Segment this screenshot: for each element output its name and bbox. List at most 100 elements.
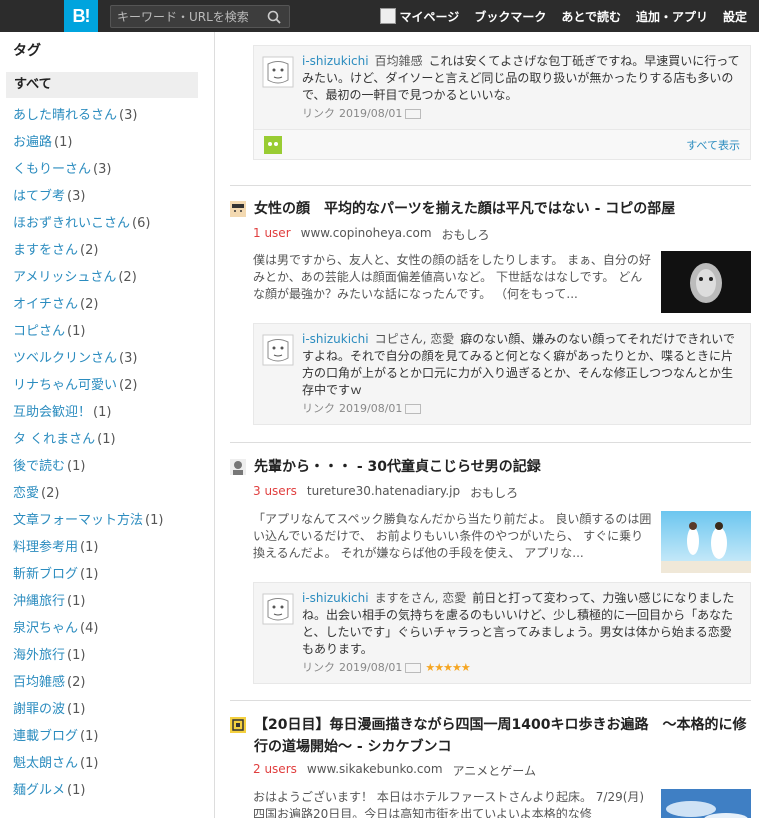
sidebar-tag-item[interactable]: 麺グルメ (1) (13, 777, 208, 804)
tag-name: 後で読む (13, 459, 66, 474)
tag-name: 互助会歓迎！ (13, 405, 92, 420)
site-favicon-icon (230, 459, 246, 475)
entry-users-count[interactable]: 3 users (253, 484, 297, 501)
sidebar-tag-item[interactable]: 沖縄旅行 (1) (13, 588, 208, 615)
comment-permalink[interactable]: リンク (302, 105, 335, 122)
sidebar-tag-item[interactable]: 泉沢ちゃん (4) (13, 615, 208, 642)
add-star-icon[interactable] (405, 403, 422, 414)
tag-count: (3) (93, 162, 112, 177)
nav-add-apps[interactable]: 追加・アプリ (636, 8, 708, 25)
sidebar-tag-item[interactable]: タ くれまさん (1) (13, 426, 208, 453)
comment-meta: リンク 2019/08/01 (302, 105, 742, 122)
entry-thumbnail[interactable] (661, 251, 751, 313)
tag-name: ほおずきれいこさん (13, 216, 131, 231)
sidebar-tag-item[interactable]: ほおずきれいこさん (6) (13, 210, 208, 237)
comment-box: i-shizukichi ますをさん, 恋愛 前日と打って変わって、力強い感じになり… (253, 582, 751, 684)
tag-all[interactable]: すべて (6, 72, 198, 98)
tag-name: リナちゃん可愛い (13, 378, 118, 393)
entry-excerpt: 僕は男ですから、友人と、女性の顔の話をしたりします。 まぁ、自分の好みとか、あの… (253, 253, 651, 301)
sidebar-tag-item[interactable]: はてブ考 (3) (13, 183, 208, 210)
sidebar-tag-item[interactable]: アメリッシュさん (2) (13, 264, 208, 291)
entry-meta: 2 users www.sikakebunko.com アニメとゲーム (253, 762, 536, 779)
tag-count: (1) (80, 567, 99, 582)
entry-users-count[interactable]: 2 users (253, 762, 297, 779)
sidebar-tag-item[interactable]: 魁太朗さん (1) (13, 750, 208, 777)
entry-domain[interactable]: tureture30.hatenadiary.jp (307, 484, 460, 501)
tag-count: (1) (67, 459, 86, 474)
tag-count: (1) (67, 594, 86, 609)
entry-title[interactable]: 女性の顔 平均的なパーツを揃えた顔は平凡ではない - コピの部屋 (230, 198, 675, 220)
sidebar-tag-item[interactable]: 連載ブログ (1) (13, 723, 208, 750)
comment-user[interactable]: i-shizukichi (302, 332, 369, 346)
tag-count: (1) (80, 729, 99, 744)
sidebar-tag-item[interactable]: 謝罪の波 (1) (13, 696, 208, 723)
comment-meta: リンク 2019/08/01 (302, 400, 742, 417)
comment-user[interactable]: i-shizukichi (302, 54, 369, 68)
sidebar-tag-item[interactable]: 料理参考用 (1) (13, 534, 208, 561)
entry-title[interactable]: 【20日目】毎日漫画描きながら四国一周1400キロ歩きお遍路 ～本格的に修行の道… (230, 714, 751, 758)
nav-read-later[interactable]: あとで読む (561, 8, 621, 25)
tag-name: あした晴れるさん (13, 108, 118, 123)
search-icon[interactable] (267, 10, 281, 24)
comment-user[interactable]: i-shizukichi (302, 591, 369, 605)
tag-name: タ くれまさん (13, 432, 96, 447)
user-avatar-icon[interactable] (262, 56, 294, 88)
tag-name: 謝罪の波 (13, 702, 66, 717)
sidebar-tag-item[interactable]: 文章フォーマット方法 (1) (13, 507, 208, 534)
tag-count: (2) (80, 243, 99, 258)
entry-users-count[interactable]: 1 user (253, 226, 291, 243)
tag-count: (2) (67, 675, 86, 690)
sidebar-tag-item[interactable]: 百均雑感 (2) (13, 669, 208, 696)
entry-category[interactable]: おもしろ (442, 226, 490, 243)
sidebar-tag-item[interactable]: くもりーさん (3) (13, 156, 208, 183)
add-star-icon[interactable] (405, 108, 422, 119)
sidebar-tag-item[interactable]: あした晴れるさん (3) (13, 102, 208, 129)
nav-mypage[interactable]: マイページ (379, 8, 459, 25)
comment-permalink[interactable]: リンク (302, 400, 335, 417)
sidebar-tag-item[interactable]: お遍路 (1) (13, 129, 208, 156)
comment-permalink[interactable]: リンク (302, 659, 335, 676)
entry-domain[interactable]: www.copinoheya.com (301, 226, 432, 243)
entry-title[interactable]: 先輩から・・・ - 30代童貞こじらせ男の記録 (230, 456, 541, 478)
tag-count: (6) (132, 216, 151, 231)
entry-meta: 1 user www.copinoheya.com おもしろ (253, 226, 490, 243)
sidebar-tag-item[interactable]: オイチさん (2) (13, 291, 208, 318)
sidebar-tag-item[interactable]: 斬新ブログ (1) (13, 561, 208, 588)
comment-tags[interactable]: ますをさん, 恋愛 (375, 591, 467, 605)
tag-name: ますをさん (13, 243, 79, 258)
nav-settings[interactable]: 設定 (723, 8, 747, 25)
sidebar-tag-item[interactable]: ツベルクリンさん (3) (13, 345, 208, 372)
tag-name: 料理参考用 (13, 540, 79, 555)
search-input[interactable] (111, 9, 261, 24)
show-all-link[interactable]: すべて表示 (686, 137, 740, 153)
sidebar-heading: タグ (13, 43, 41, 59)
entry-category[interactable]: おもしろ (470, 484, 518, 501)
entry-thumbnail[interactable] (661, 511, 751, 573)
comment-meta: リンク 2019/08/01 ★★★★★ (302, 659, 742, 676)
other-user-avatar-icon[interactable] (264, 136, 282, 154)
sidebar-tag-item[interactable]: 互助会歓迎！ (1) (13, 399, 208, 426)
sidebar-tag-item[interactable]: 恋愛 (2) (13, 480, 208, 507)
sidebar-tag-item[interactable]: 後で読む (1) (13, 453, 208, 480)
entry-domain[interactable]: www.sikakebunko.com (307, 762, 443, 779)
tag-count: (3) (67, 189, 86, 204)
nav-bookmark[interactable]: ブックマーク (474, 8, 546, 25)
entry-category[interactable]: アニメとゲーム (453, 762, 536, 779)
sidebar-tag-item[interactable]: ますをさん (2) (13, 237, 208, 264)
user-avatar-icon[interactable] (262, 334, 294, 366)
comment-tags[interactable]: 百均雑感 (375, 54, 423, 68)
star-rating[interactable]: ★★★★★ (425, 659, 470, 676)
tag-name: オイチさん (13, 297, 79, 312)
tag-count: (1) (97, 432, 116, 447)
sidebar-tag-item[interactable]: リナちゃん可愛い (2) (13, 372, 208, 399)
comment-tags[interactable]: コピさん, 恋愛 (375, 332, 455, 346)
user-avatar-icon[interactable] (262, 593, 294, 625)
comment-box: i-shizukichi コピさん, 恋愛 癖のない顔、嫌みのない顔ってそれだけでき… (253, 323, 751, 425)
entry-thumbnail[interactable] (661, 789, 751, 818)
sidebar-tag-item[interactable]: 海外旅行 (1) (13, 642, 208, 669)
hatena-bookmark-logo[interactable]: B! (64, 0, 98, 32)
entry-excerpt: おはようございます！ 本日はホテルファーストさんより起床。 7/29(月) 四国… (253, 790, 657, 818)
add-star-icon[interactable] (405, 662, 422, 673)
sidebar-tag-item[interactable]: コピさん (1) (13, 318, 208, 345)
bookmark-comment: i-shizukichi 百均雑感 これは安くてよさげな包丁砥ぎですね。早速買いに行… (254, 46, 750, 129)
